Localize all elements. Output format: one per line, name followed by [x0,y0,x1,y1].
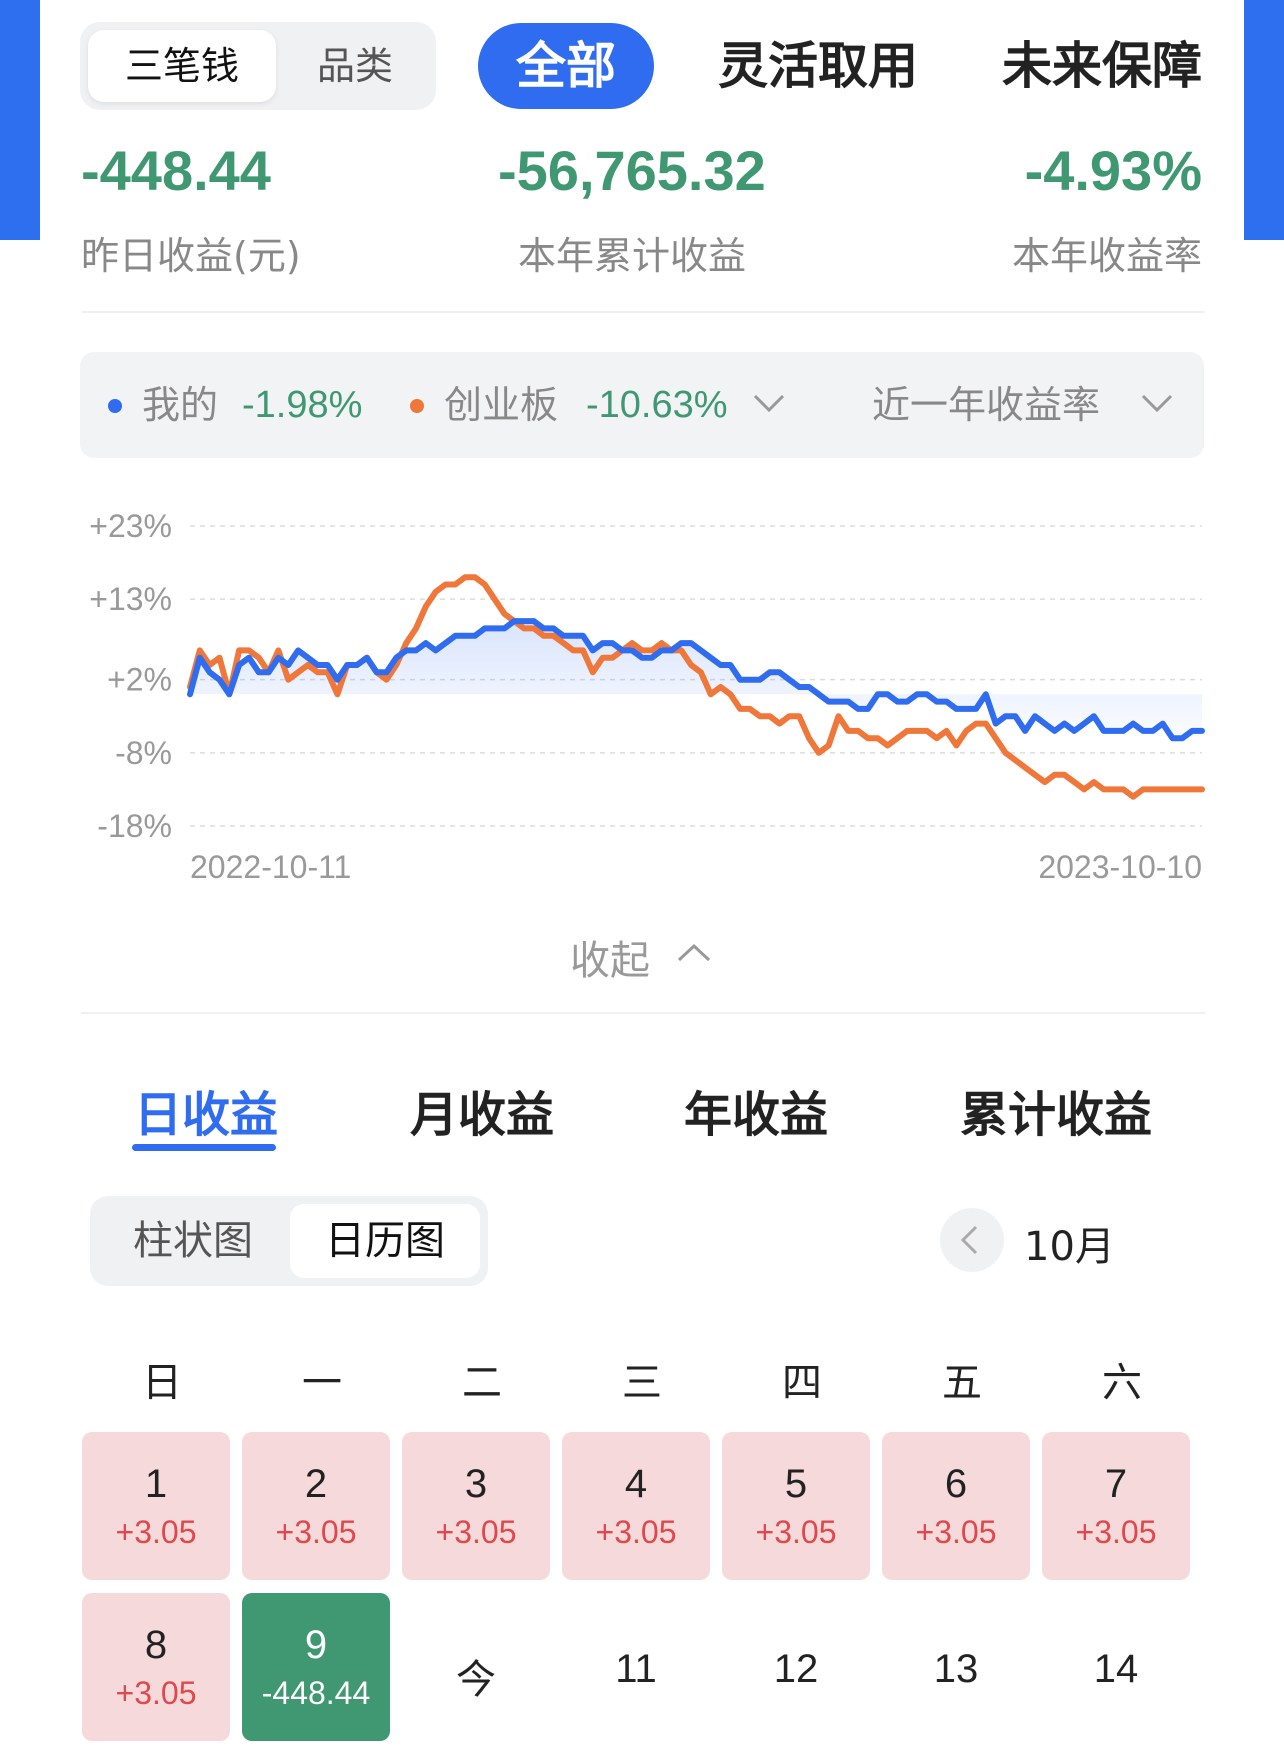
legend-benchmark-label: 创业板 [444,383,559,427]
calendar-day[interactable]: 今 [402,1593,550,1741]
day-earnings: +3.05 [275,1514,357,1550]
day-number: 6 [944,1462,968,1506]
calendar-day[interactable]: 5 +3.05 [722,1432,870,1580]
divider [81,1012,1205,1014]
y-tick-label: +13% [89,581,172,617]
benchmark-dot-icon [410,399,424,413]
ytd-earnings-label: 本年累计收益 [518,234,747,278]
weekday-label: 六 [1102,1360,1142,1406]
calendar-day[interactable]: 6 +3.05 [882,1432,1030,1580]
day-number: 8 [144,1623,168,1667]
day-number: 2 [304,1462,328,1506]
day-earnings: +3.05 [915,1514,997,1550]
current-month: 10月 [1024,1224,1115,1270]
chart-legend: 我的 -1.98% 创业板 -10.63% 近一年收益率 [80,352,1204,458]
collapse-label: 收起 [570,938,650,984]
y-tick-label: -18% [97,808,172,844]
day-number: 1 [144,1462,168,1506]
weekday-label: 四 [782,1360,822,1406]
tab-daily-earnings[interactable]: 日收益 [134,1075,278,1145]
day-number: 今 [456,1658,496,1702]
x-end-label: 2023-10-10 [1038,849,1202,885]
y-tick-label: +2% [107,662,172,698]
tab-future-protection[interactable]: 未来保障 [1002,22,1202,110]
chevron-left-icon [960,1225,978,1255]
collapse-button[interactable]: 收起 [570,928,711,986]
chevron-up-icon [677,943,711,962]
day-earnings: +3.05 [595,1514,677,1550]
legend-mine-label: 我的 [142,383,219,427]
tab-all[interactable]: 全部 [478,23,654,109]
view-calendar[interactable]: 日历图 [290,1204,480,1278]
calendar-day[interactable]: 9 -448.44 [242,1593,390,1741]
day-number: 5 [784,1462,808,1506]
segment-three-money[interactable]: 三笔钱 [88,30,276,102]
legend-mine-value: -1.98% [242,384,363,426]
ytd-return-label: 本年收益率 [1011,234,1202,278]
weekday-label: 二 [462,1360,502,1406]
calendar-day[interactable]: 4 +3.05 [562,1432,710,1580]
yesterday-earnings-value: -448.44 [81,139,271,202]
tab-monthly-earnings[interactable]: 月收益 [410,1075,554,1145]
day-number: 11 [615,1647,657,1691]
calendar-day[interactable]: 12 [722,1593,870,1741]
day-number: 9 [304,1623,328,1667]
legend-benchmark-value: -10.63% [586,384,728,426]
weekday-label: 五 [942,1360,982,1406]
tab-cumulative-earnings[interactable]: 累计收益 [960,1075,1152,1145]
ytd-return-value: -4.93% [1024,139,1202,202]
weekday-label: 一 [302,1360,342,1406]
y-tick-label: +23% [89,508,172,544]
y-tick-label: -8% [115,735,172,771]
weekday-label: 三 [622,1360,662,1406]
calendar-day[interactable]: 13 [882,1593,1030,1741]
view-toggle: 柱状图 日历图 [90,1196,488,1286]
day-number: 12 [773,1647,819,1691]
day-earnings: +3.05 [1075,1514,1157,1550]
background-right [1244,0,1284,260]
calendar-day[interactable]: 2 +3.05 [242,1432,390,1580]
chevron-down-icon [753,394,785,413]
day-earnings: +3.05 [115,1675,197,1711]
mine-dot-icon [108,399,122,413]
background-right-lower [1244,240,1284,1763]
view-bar-chart[interactable]: 柱状图 [98,1204,288,1278]
active-tab-underline [132,1144,276,1151]
background-left-lower [0,240,40,1763]
divider [81,311,1205,313]
day-earnings: +3.05 [755,1514,837,1550]
chevron-down-icon [1141,394,1173,413]
yesterday-earnings-label: 昨日收益(元) [81,234,301,278]
x-start-label: 2022-10-11 [190,849,351,885]
weekday-label: 日 [142,1360,182,1406]
return-chart: +23% +13% +2% -8% -18% 2022-10-11 2023-10-10 [70,500,1210,900]
day-number: 7 [1104,1462,1128,1506]
calendar-day[interactable]: 7 +3.05 [1042,1432,1190,1580]
tab-flexible[interactable]: 灵活取用 [718,22,918,110]
top-bar: 三笔钱 品类 全部 灵活取用 未来保障 [40,22,1204,112]
calendar-day[interactable]: 3 +3.05 [402,1432,550,1580]
day-earnings: -448.44 [261,1675,371,1711]
segment-category[interactable]: 品类 [280,30,430,102]
calendar-day[interactable]: 1 +3.05 [82,1432,230,1580]
day-earnings: +3.05 [115,1514,197,1550]
grouping-segment: 三笔钱 品类 [80,22,436,110]
calendar-day[interactable]: 14 [1042,1593,1190,1741]
ytd-earnings-value: -56,765.32 [498,139,766,202]
day-number: 3 [464,1462,488,1506]
period-label: 近一年收益率 [872,383,1101,427]
day-number: 13 [933,1647,979,1691]
background-left [0,0,40,260]
day-earnings: +3.05 [435,1514,517,1550]
return-chart-svg: +23% +13% +2% -8% -18% 2022-10-11 2023-10-10 [89,508,1205,885]
tab-yearly-earnings[interactable]: 年收益 [684,1075,828,1145]
calendar-day[interactable]: 8 +3.05 [82,1593,230,1741]
day-number: 14 [1093,1647,1139,1691]
calendar-day[interactable]: 11 [562,1593,710,1741]
prev-month-button[interactable] [940,1208,1004,1272]
day-number: 4 [624,1462,648,1506]
